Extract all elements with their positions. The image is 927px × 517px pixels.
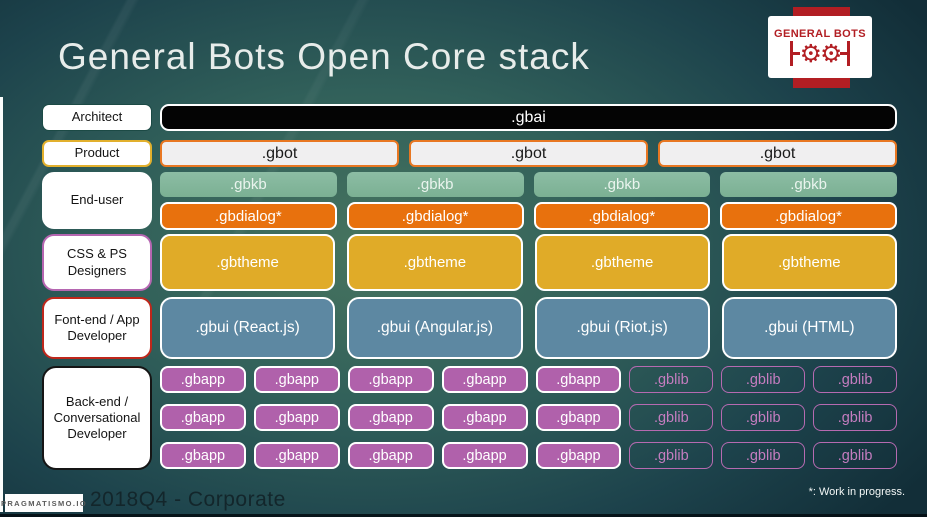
gbdialog-box: .gbdialog*	[346, 202, 524, 230]
gbkb-box: .gbkb	[160, 172, 337, 197]
gbapp-box: .gbapp	[347, 366, 434, 393]
gbapp-box: .gbapp	[253, 442, 340, 469]
general-bots-logo: GENERAL BOTS ⚙⚙	[768, 16, 872, 78]
role-label-end-user: End-user	[42, 172, 152, 229]
gbdialog-box: .gbdialog*	[160, 202, 337, 230]
gbapp-box: .gbapp	[535, 442, 622, 469]
gbapp-box: .gbapp	[160, 366, 246, 393]
gbapp-box: .gbapp	[441, 442, 528, 469]
gbkb-box: .gbkb	[720, 172, 897, 197]
gblib-box: .gblib	[721, 442, 806, 469]
work-in-progress-note: *: Work in progress.	[808, 486, 905, 498]
gbapp-box: .gbapp	[535, 404, 622, 431]
gbapp-box: .gbapp	[535, 366, 622, 393]
gbapp-box: .gbapp	[441, 404, 528, 431]
gbdialog-box: .gbdialog*	[720, 202, 897, 230]
gbkb-row: .gbkb .gbkb .gbkb .gbkb	[160, 172, 897, 197]
gblib-box: .gblib	[721, 366, 806, 393]
gbapp-box: .gbapp	[160, 404, 246, 431]
gblib-box: .gblib	[813, 442, 897, 469]
role-label-text: End-user	[70, 192, 124, 208]
gbot-row: .gbot .gbot .gbot	[160, 140, 897, 167]
double-gear-icon: ⚙⚙	[799, 39, 843, 68]
gblib-box: .gblib	[629, 404, 714, 431]
gbapp-gblib-row-2: .gbapp .gbapp .gbapp .gbapp .gbapp .gblib .gbl…	[160, 404, 897, 431]
page-title: General Bots Open Core stack	[58, 36, 590, 77]
role-label-text: Architect	[71, 109, 123, 125]
role-label-text: Back-end / Conversational Developer	[53, 393, 141, 442]
gbui-box: .gbui (HTML)	[721, 297, 897, 359]
gbot-box: .gbot	[160, 140, 399, 167]
footer-caption: 2018Q4 - Corporate	[90, 488, 286, 511]
role-label-backend-conversational-developer: Back-end / Conversational Developer	[42, 366, 152, 470]
gblib-box: .gblib	[813, 404, 897, 431]
role-label-frontend-app-developer: Font-end / App Developer	[42, 297, 152, 359]
gbot-box: .gbot	[658, 140, 897, 167]
gears-icon: ⚙⚙	[790, 41, 850, 66]
gbkb-box: .gbkb	[533, 172, 711, 197]
role-label-architect: Architect	[42, 104, 152, 131]
gbapp-box: .gbapp	[253, 404, 340, 431]
role-label-product: Product	[42, 140, 152, 167]
gbtheme-row: .gbtheme .gbtheme .gbtheme .gbtheme	[160, 234, 897, 291]
gbkb-box: .gbkb	[346, 172, 524, 197]
role-label-text: Font-end / App Developer	[54, 311, 140, 343]
gbdialog-row: .gbdialog* .gbdialog* .gbdialog* .gbdialog*	[160, 202, 897, 230]
role-label-css-ps-designers: CSS & PS Designers	[42, 234, 152, 291]
gbtheme-box: .gbtheme	[160, 234, 336, 291]
gblib-box: .gblib	[629, 442, 714, 469]
gbai-row: .gbai	[160, 104, 897, 131]
gbui-box: .gbui (Angular.js)	[347, 297, 523, 359]
gear-axle-right-icon	[840, 52, 848, 55]
pragmatismo-logo: PRAGMATISMO.IO	[1, 494, 86, 512]
gbot-box: .gbot	[409, 140, 648, 167]
gbapp-gblib-row-3: .gbapp .gbapp .gbapp .gbapp .gbapp .gblib .gbl…	[160, 442, 897, 469]
gbai-box: .gbai	[160, 104, 897, 131]
gbapp-box: .gbapp	[347, 442, 434, 469]
role-label-text: CSS & PS Designers	[67, 246, 127, 278]
gbapp-gblib-row-1: .gbapp .gbapp .gbapp .gbapp .gbapp .gblib .gbl…	[160, 366, 897, 393]
gblib-box: .gblib	[813, 366, 897, 393]
gbtheme-box: .gbtheme	[347, 234, 523, 291]
pragmatismo-logo-text: PRAGMATISMO.IO	[0, 498, 88, 508]
gear-frame-right-icon	[847, 41, 850, 66]
gbapp-box: .gbapp	[160, 442, 246, 469]
gbui-box: .gbui (React.js)	[160, 297, 336, 359]
gbtheme-box: .gbtheme	[721, 234, 897, 291]
role-label-text: Product	[74, 145, 120, 161]
gbtheme-box: .gbtheme	[534, 234, 710, 291]
gbapp-box: .gbapp	[441, 366, 528, 393]
gbapp-box: .gbapp	[253, 366, 340, 393]
gblib-box: .gblib	[721, 404, 806, 431]
gear-axle-left-icon	[792, 52, 800, 55]
gbapp-box: .gbapp	[347, 404, 434, 431]
gblib-box: .gblib	[629, 366, 714, 393]
slide-canvas: General Bots Open Core stack GENERAL BOT…	[0, 0, 927, 517]
gbui-box: .gbui (Riot.js)	[534, 297, 710, 359]
gbdialog-box: .gbdialog*	[533, 202, 711, 230]
slide-left-edge-line	[0, 97, 3, 512]
gbui-row: .gbui (React.js) .gbui (Angular.js) .gbui …	[160, 297, 897, 359]
